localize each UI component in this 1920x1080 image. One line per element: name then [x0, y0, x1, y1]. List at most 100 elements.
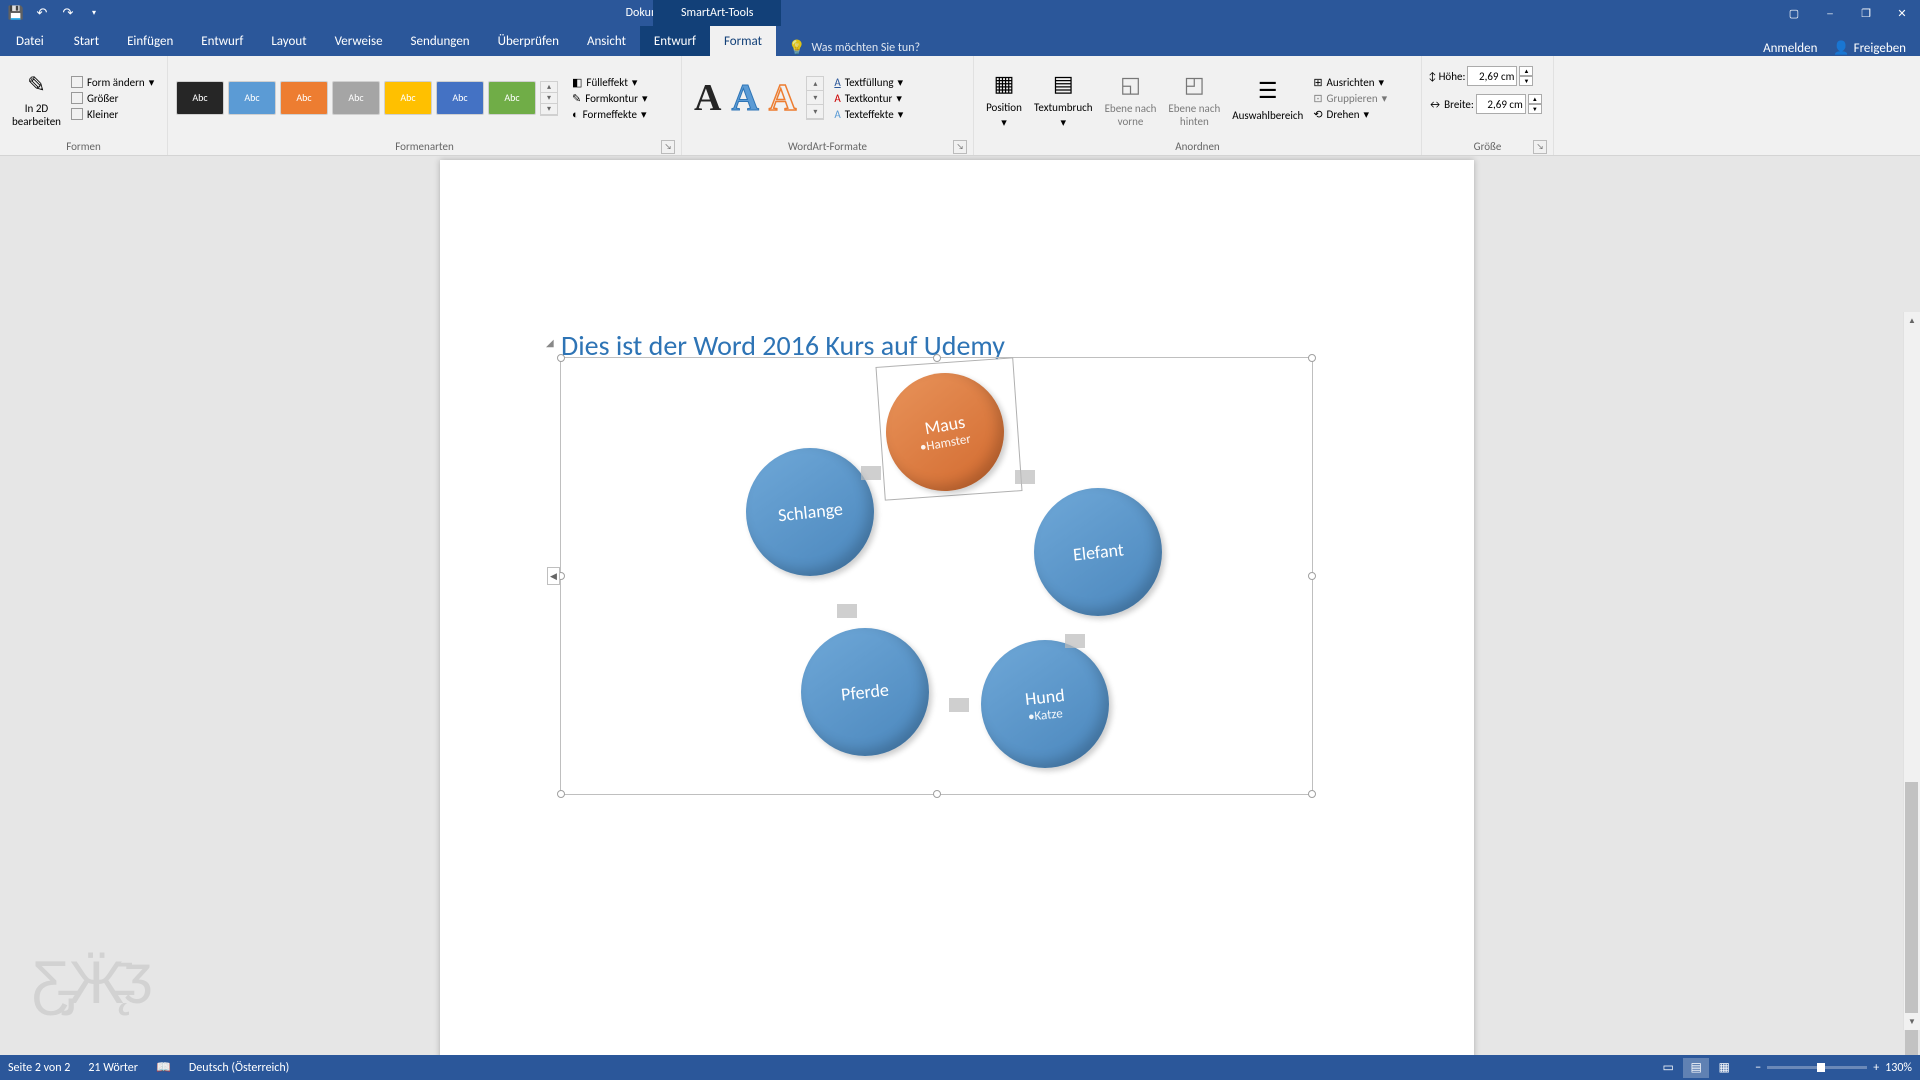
document-area[interactable]: ◢ Dies ist der Word 2016 Kurs auf Udemy …	[0, 156, 1920, 1055]
bring-forward-button: ◱Ebene nach vorne	[1099, 66, 1163, 130]
tab-review[interactable]: Überprüfen	[484, 26, 573, 56]
gallery-more-button[interactable]: ▴▾▾	[540, 81, 558, 116]
text-wrap-button[interactable]: ▤Textumbruch▾	[1028, 65, 1099, 131]
smartart-node-schlange[interactable]: Schlange	[746, 448, 874, 576]
zoom-out-button[interactable]: −	[1755, 1061, 1761, 1075]
shape-outline-button[interactable]: ✎Formkontur ▾	[568, 91, 651, 106]
change-shape-button[interactable]: Form ändern ▾	[67, 75, 158, 90]
resize-handle[interactable]	[1308, 354, 1316, 362]
tab-view[interactable]: Ansicht	[573, 26, 640, 56]
redo-button[interactable]: ↷	[56, 2, 80, 24]
shape-style-gray[interactable]: Abc	[332, 81, 380, 115]
text-effects-button[interactable]: ATexteffekte ▾	[830, 107, 907, 122]
text-outline-button[interactable]: ATextkontur ▾	[830, 91, 907, 106]
smartart-node-hund[interactable]: Hund •Katze	[981, 640, 1109, 768]
undo-button[interactable]: ↶	[30, 2, 54, 24]
width-control[interactable]: ↔ Breite: ▲▼	[1428, 94, 1542, 114]
tell-me-search[interactable]: 💡 Was möchten Sie tun?	[776, 39, 932, 56]
qat-customize-button[interactable]: ▾	[82, 2, 106, 24]
print-layout-button[interactable]: ▤	[1683, 1058, 1709, 1078]
word-count[interactable]: 21 Wörter	[88, 1061, 138, 1075]
resize-handle[interactable]	[1308, 790, 1316, 798]
scroll-down-button[interactable]: ▼	[1904, 1013, 1920, 1030]
smaller-button[interactable]: Kleiner	[67, 107, 158, 122]
align-button[interactable]: ⊞Ausrichten ▾	[1309, 75, 1391, 90]
minimize-button[interactable]: ─	[1812, 0, 1848, 26]
sign-in-link[interactable]: Anmelden	[1763, 41, 1817, 56]
resize-handle[interactable]	[557, 354, 565, 362]
shape-style-yellow[interactable]: Abc	[384, 81, 432, 115]
resize-handle[interactable]	[1308, 572, 1316, 580]
spin-down[interactable]: ▼	[1519, 76, 1533, 86]
position-button[interactable]: ▦Position▾	[980, 65, 1028, 131]
shape-style-blue[interactable]: Abc	[228, 81, 276, 115]
page[interactable]: ◢ Dies ist der Word 2016 Kurs auf Udemy …	[440, 160, 1474, 1055]
wordart-gallery[interactable]: A A A ▴▾▾	[688, 72, 830, 124]
maximize-button[interactable]: ❐	[1848, 0, 1884, 26]
selection-pane-button[interactable]: ☰Auswahlbereich	[1226, 73, 1309, 124]
tab-insert[interactable]: Einfügen	[113, 26, 187, 56]
tab-start[interactable]: Start	[60, 26, 113, 56]
dialog-launcher[interactable]: ↘	[1533, 140, 1547, 154]
shape-style-black[interactable]: Abc	[176, 81, 224, 115]
shape-style-darkblue[interactable]: Abc	[436, 81, 484, 115]
titlebar: 💾 ↶ ↷ ▾ SmartArt-Tools Dokument1.docx - …	[0, 0, 1920, 26]
edit-in-2d-button[interactable]: ✎ In 2D bearbeiten	[6, 66, 67, 130]
text-pane-toggle[interactable]: ◀	[547, 567, 560, 585]
ribbon-display-button[interactable]: ▢	[1776, 0, 1812, 26]
scroll-up-button[interactable]: ▲	[1904, 312, 1920, 329]
rotate-button[interactable]: ⟲Drehen ▾	[1309, 107, 1391, 122]
close-button[interactable]: ✕	[1884, 0, 1920, 26]
shape-fill-button[interactable]: ◧Fülleffekt ▾	[568, 75, 651, 90]
rotate-icon: ⟲	[1313, 108, 1322, 121]
resize-handle[interactable]	[933, 790, 941, 798]
wordart-more-button[interactable]: ▴▾▾	[806, 76, 824, 120]
smartart-node-pferde[interactable]: Pferde	[801, 628, 929, 756]
wordart-style-2[interactable]: A	[731, 76, 758, 120]
smartart-node-elefant[interactable]: Elefant	[1034, 488, 1162, 616]
height-input[interactable]	[1467, 66, 1517, 86]
text-fill-button[interactable]: ATextfüllung ▾	[830, 75, 907, 90]
wordart-style-3[interactable]: A	[769, 76, 796, 120]
shape-style-gallery[interactable]: Abc Abc Abc Abc Abc Abc Abc ▴▾▾	[174, 79, 560, 118]
tab-smartart-format[interactable]: Format	[710, 26, 776, 56]
spin-up[interactable]: ▲	[1519, 66, 1533, 76]
shape-style-green[interactable]: Abc	[488, 81, 536, 115]
group-button: ⊡Gruppieren ▾	[1309, 91, 1391, 106]
smartart-selection-frame[interactable]: ◀ Maus •Hamster Elefant Hund •Katze	[560, 357, 1313, 795]
dialog-launcher[interactable]: ↘	[661, 140, 675, 154]
zoom-percent[interactable]: 130%	[1885, 1061, 1912, 1075]
web-layout-button[interactable]: ▦	[1711, 1058, 1737, 1078]
wrap-icon: ▤	[1047, 67, 1079, 99]
tab-file[interactable]: Datei	[0, 26, 60, 56]
larger-button[interactable]: Größer	[67, 91, 158, 106]
tab-references[interactable]: Verweise	[321, 26, 397, 56]
shape-style-orange[interactable]: Abc	[280, 81, 328, 115]
dialog-launcher[interactable]: ↘	[953, 140, 967, 154]
view-buttons: ▭ ▤ ▦	[1655, 1058, 1737, 1078]
page-indicator[interactable]: Seite 2 von 2	[8, 1061, 70, 1075]
resize-handle[interactable]	[557, 790, 565, 798]
tab-smartart-design[interactable]: Entwurf	[640, 26, 710, 56]
tab-layout[interactable]: Layout	[257, 26, 320, 56]
read-mode-button[interactable]: ▭	[1655, 1058, 1681, 1078]
spell-check-icon[interactable]: 📖	[156, 1060, 171, 1075]
zoom-thumb[interactable]	[1817, 1063, 1825, 1072]
align-icon: ⊞	[1313, 76, 1322, 89]
share-button[interactable]: 👤Freigeben	[1833, 41, 1906, 56]
resize-handle[interactable]	[933, 354, 941, 362]
tab-mailings[interactable]: Sendungen	[397, 26, 484, 56]
vertical-scrollbar[interactable]: ▲ ▼	[1903, 312, 1920, 1030]
spin-down[interactable]: ▼	[1528, 104, 1542, 114]
zoom-in-button[interactable]: +	[1873, 1061, 1879, 1075]
spin-up[interactable]: ▲	[1528, 94, 1542, 104]
textfill-icon: A	[834, 76, 840, 89]
tab-design[interactable]: Entwurf	[187, 26, 257, 56]
save-button[interactable]: 💾	[4, 2, 28, 24]
wordart-style-1[interactable]: A	[694, 76, 721, 120]
zoom-slider[interactable]	[1767, 1066, 1867, 1069]
language-indicator[interactable]: Deutsch (Österreich)	[189, 1061, 289, 1075]
width-input[interactable]	[1476, 94, 1526, 114]
height-control[interactable]: ↕ Höhe: ▲▼	[1428, 66, 1533, 86]
shape-effects-button[interactable]: ◐Formeffekte ▾	[568, 107, 651, 122]
